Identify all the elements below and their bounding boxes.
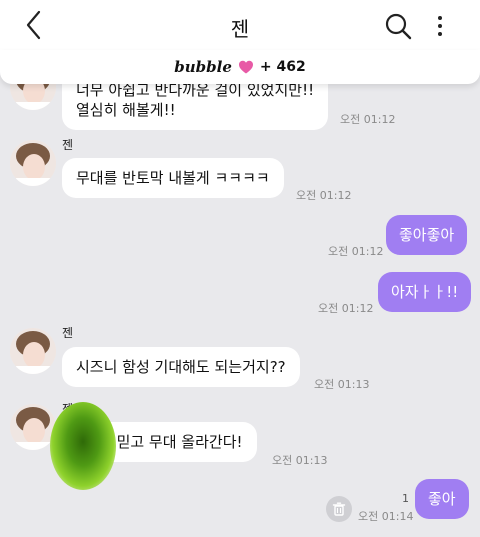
avatar-photo [10,140,56,186]
bubble-count: + 462 [259,59,306,75]
message-text: 아자ㅏㅏ!! [391,283,459,301]
message-time: 오전 01:12 [318,302,374,315]
heart-icon [238,60,253,74]
search-button[interactable] [382,10,414,42]
avatar[interactable] [10,328,56,374]
message-bubble-outgoing[interactable]: 아자ㅏㅏ!! [378,272,472,312]
message-time: 오전 01:12 [328,245,384,258]
more-vertical-icon [438,16,442,36]
message-bubble-incoming[interactable]: 시즈니 함성 기대해도 되는거지?? [62,347,300,387]
trash-icon [332,502,346,516]
sender-name: 젠 [62,138,74,152]
message-time: 오전 01:12 [340,113,396,126]
chat-header: 젠 [0,0,480,50]
unread-count: 1 [402,492,409,505]
sender-name: 젠 [62,326,74,340]
avatar-photo [10,328,56,374]
message-text: 시즈니 함성 기대해도 되는거지?? [76,358,286,376]
message-text: 만 믿고 무대 올라간다! [98,433,243,451]
message-time: 오전 01:13 [272,454,328,467]
message-text: 열심히 해볼게!! [76,101,176,119]
message-time: 오전 01:14 [358,510,414,523]
message-bubble-outgoing[interactable]: 좋아좋아 [386,215,468,255]
message-bubble-incoming[interactable]: 무대를 반토막 내볼게 ㅋㅋㅋㅋ [62,158,284,198]
search-icon [385,13,412,40]
message-text: 좋아좋아 [399,226,455,244]
message-text: 무대를 반토막 내볼게 ㅋㅋㅋㅋ [76,169,270,187]
bubble-logo-text: bubble [174,58,232,76]
redaction-scribble [50,402,116,490]
more-options-button[interactable] [430,10,450,42]
delete-button[interactable] [326,496,352,522]
message-time: 오전 01:13 [314,378,370,391]
message-time: 오전 01:12 [296,189,352,202]
message-bubble-outgoing[interactable]: 좋아 [415,479,469,519]
message-text: 좋아 [428,490,456,508]
bubble-count-bar: bubble + 462 [0,50,480,84]
chat-area[interactable]: 너무 아쉽고 반다까운 걸이 있었지만!! 열심히 해볼게!! 오전 01:12… [0,50,480,537]
avatar[interactable] [10,140,56,186]
